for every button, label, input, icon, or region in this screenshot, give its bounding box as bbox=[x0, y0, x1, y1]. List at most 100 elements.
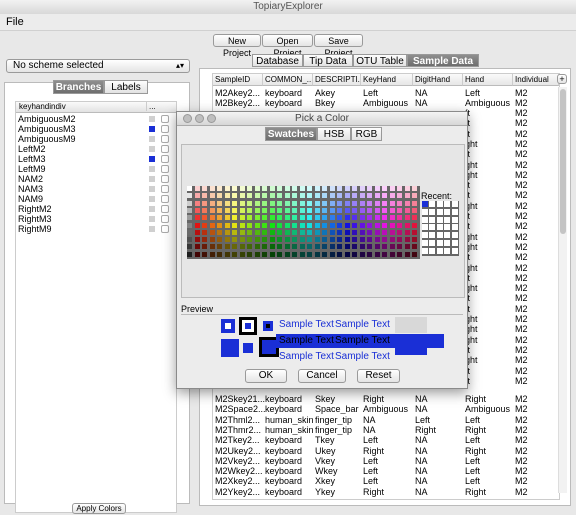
color-swatch-cell[interactable] bbox=[299, 222, 306, 229]
color-swatch-cell[interactable] bbox=[247, 251, 253, 258]
color-swatch-cell[interactable] bbox=[284, 215, 291, 222]
list-item[interactable]: LeftM3 bbox=[16, 154, 176, 164]
recent-swatch-cell[interactable] bbox=[429, 216, 437, 224]
color-swatch-cell[interactable] bbox=[232, 207, 238, 214]
color-swatch-cell[interactable] bbox=[389, 200, 396, 207]
color-swatch-cell[interactable] bbox=[374, 207, 381, 214]
color-swatch-cell[interactable] bbox=[277, 215, 283, 222]
color-swatch-cell[interactable] bbox=[224, 186, 231, 192]
color-swatch-cell[interactable] bbox=[202, 207, 208, 214]
color-swatch-cell[interactable] bbox=[284, 193, 291, 200]
save-project-button[interactable]: Save Project bbox=[314, 34, 363, 58]
color-swatch-cell[interactable] bbox=[397, 186, 403, 192]
color-swatch-cell[interactable] bbox=[269, 186, 276, 192]
color-swatch-cell[interactable] bbox=[239, 207, 246, 214]
color-swatch-cell[interactable] bbox=[187, 222, 193, 229]
color-swatch-cell[interactable] bbox=[247, 193, 253, 200]
color-swatch-cell[interactable] bbox=[187, 200, 193, 207]
color-swatch-cell[interactable] bbox=[337, 222, 343, 229]
color-swatch-cell[interactable] bbox=[352, 215, 358, 222]
recent-swatch-cell[interactable] bbox=[436, 224, 444, 232]
list-item[interactable]: NAM3 bbox=[16, 184, 176, 194]
color-swatch-cell[interactable] bbox=[187, 186, 193, 192]
row-checkbox[interactable] bbox=[161, 175, 169, 183]
recent-swatch-cell[interactable] bbox=[451, 208, 459, 216]
color-swatch-cell[interactable] bbox=[224, 237, 231, 244]
color-swatch-cell[interactable] bbox=[292, 251, 298, 258]
list-item[interactable]: RightM9 bbox=[16, 224, 176, 234]
color-swatch-cell[interactable] bbox=[314, 200, 321, 207]
color-swatch-cell[interactable] bbox=[247, 207, 253, 214]
color-swatch-cell[interactable] bbox=[412, 193, 418, 200]
color-swatch-cell[interactable] bbox=[194, 237, 201, 244]
color-swatch-cell[interactable] bbox=[359, 186, 366, 192]
color-swatch-cell[interactable] bbox=[299, 229, 306, 236]
color-swatch-cell[interactable] bbox=[232, 215, 238, 222]
color-swatch[interactable] bbox=[149, 176, 155, 182]
column-header[interactable]: COMMON_... bbox=[263, 74, 313, 86]
color-swatch-cell[interactable] bbox=[322, 200, 328, 207]
list-item[interactable]: AmbiguousM3 bbox=[16, 124, 176, 134]
color-swatch-cell[interactable] bbox=[367, 244, 373, 251]
apply-colors-button[interactable]: Apply Colors bbox=[72, 503, 126, 514]
color-swatch-cell[interactable] bbox=[224, 222, 231, 229]
color-swatch-cell[interactable] bbox=[307, 193, 313, 200]
color-swatch-cell[interactable] bbox=[202, 229, 208, 236]
color-swatch-cell[interactable] bbox=[374, 244, 381, 251]
color-swatch-cell[interactable] bbox=[247, 200, 253, 207]
color-swatch-cell[interactable] bbox=[322, 193, 328, 200]
color-swatch-cell[interactable] bbox=[374, 215, 381, 222]
color-swatch-cell[interactable] bbox=[269, 215, 276, 222]
color-swatch-cell[interactable] bbox=[187, 193, 193, 200]
list-item[interactable]: RightM3 bbox=[16, 214, 176, 224]
color-swatch-cell[interactable] bbox=[262, 229, 268, 236]
color-swatch-cell[interactable] bbox=[397, 244, 403, 251]
color-swatch-cell[interactable] bbox=[367, 186, 373, 192]
color-swatch-cell[interactable] bbox=[382, 200, 388, 207]
color-swatch-cell[interactable] bbox=[209, 186, 216, 192]
color-swatch-cell[interactable] bbox=[239, 193, 246, 200]
color-swatch-cell[interactable] bbox=[284, 222, 291, 229]
color-swatch-cell[interactable] bbox=[209, 207, 216, 214]
color-swatch-cell[interactable] bbox=[404, 207, 411, 214]
color-swatch-cell[interactable] bbox=[284, 207, 291, 214]
recent-swatch-cell[interactable] bbox=[429, 247, 437, 255]
color-swatch-cell[interactable] bbox=[202, 186, 208, 192]
color-swatch-cell[interactable] bbox=[307, 186, 313, 192]
color-swatch-cell[interactable] bbox=[337, 237, 343, 244]
color-swatch-cell[interactable] bbox=[344, 215, 351, 222]
color-swatch-cell[interactable] bbox=[382, 222, 388, 229]
tab-otu-table[interactable]: OTU Table bbox=[353, 54, 407, 67]
color-swatch-cell[interactable] bbox=[209, 251, 216, 258]
color-swatch-cell[interactable] bbox=[224, 244, 231, 251]
color-swatch-cell[interactable] bbox=[397, 193, 403, 200]
color-swatch-cell[interactable] bbox=[314, 215, 321, 222]
recent-swatch-cell[interactable] bbox=[451, 247, 459, 255]
color-swatch-cell[interactable] bbox=[277, 186, 283, 192]
color-swatch-cell[interactable] bbox=[359, 251, 366, 258]
color-swatch-cell[interactable] bbox=[194, 207, 201, 214]
color-swatch-cell[interactable] bbox=[329, 222, 336, 229]
color-swatch-cell[interactable] bbox=[397, 215, 403, 222]
color-swatch-cell[interactable] bbox=[194, 229, 201, 236]
color-swatch-cell[interactable] bbox=[262, 193, 268, 200]
color-swatch-cell[interactable] bbox=[284, 251, 291, 258]
color-swatch-cell[interactable] bbox=[382, 251, 388, 258]
color-swatch-cell[interactable] bbox=[352, 229, 358, 236]
color-swatch-cell[interactable] bbox=[329, 193, 336, 200]
color-swatch-cell[interactable] bbox=[412, 186, 418, 192]
row-checkbox[interactable] bbox=[161, 195, 169, 203]
row-checkbox[interactable] bbox=[161, 135, 169, 143]
color-swatch-cell[interactable] bbox=[412, 244, 418, 251]
recent-swatch-cell[interactable] bbox=[422, 201, 429, 208]
color-swatch-cell[interactable] bbox=[232, 222, 238, 229]
color-swatch-cell[interactable] bbox=[314, 186, 321, 192]
color-swatch-cell[interactable] bbox=[412, 222, 418, 229]
color-swatch-cell[interactable] bbox=[374, 222, 381, 229]
row-checkbox[interactable] bbox=[161, 155, 169, 163]
color-swatch-cell[interactable] bbox=[389, 186, 396, 192]
color-swatch[interactable] bbox=[149, 186, 155, 192]
color-swatch-cell[interactable] bbox=[329, 207, 336, 214]
list-item[interactable]: AmbiguousM2 bbox=[16, 114, 176, 124]
recent-swatch-cell[interactable] bbox=[444, 201, 452, 208]
